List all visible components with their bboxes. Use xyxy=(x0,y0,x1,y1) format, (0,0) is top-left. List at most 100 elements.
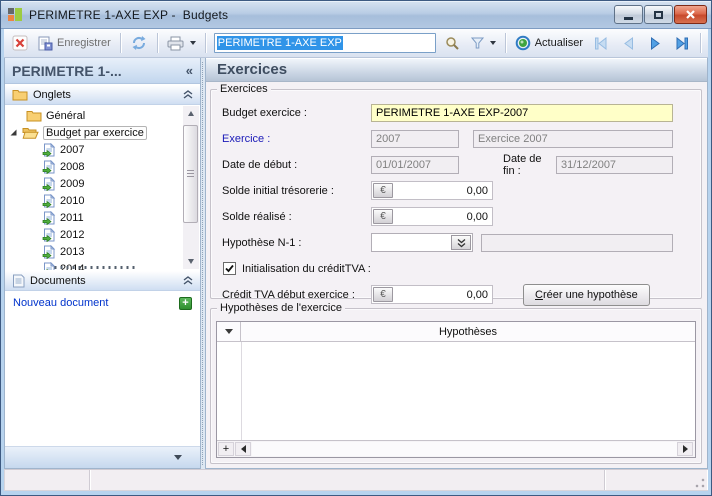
sidebar-collapse-icon[interactable]: « xyxy=(186,63,193,78)
minimize-button[interactable] xyxy=(614,5,643,24)
hypothese-n1-dropdown[interactable] xyxy=(371,233,473,252)
budget-year-icon xyxy=(42,244,56,259)
grid-add-row-button[interactable]: + xyxy=(218,442,234,456)
search-input[interactable]: PERIMETRE 1-AXE EXP xyxy=(213,33,436,53)
amount-value: 0,00 xyxy=(466,184,488,197)
create-hypothesis-button[interactable]: Créer une hypothèse xyxy=(523,283,650,306)
tree-item-year[interactable]: 2013 xyxy=(5,243,200,260)
form-row-solde-realise: Solde réalisé : € 0,00 xyxy=(222,207,693,226)
collapse-section-icon[interactable] xyxy=(183,276,193,285)
scroll-down-button[interactable] xyxy=(183,254,199,269)
tree-item-budget-par-exercice[interactable]: Budget par exercice xyxy=(5,124,200,141)
date-debut-input: 01/01/2007 xyxy=(371,155,459,174)
field-label: Date de fin : xyxy=(503,152,542,177)
group-exercices: Exercices Budget exercice : PERIMETRE 1-… xyxy=(210,83,702,306)
expand-icon xyxy=(10,129,17,136)
nav-last-button[interactable] xyxy=(670,32,694,55)
chevron-down-icon[interactable] xyxy=(174,455,182,460)
solde-initial-input[interactable]: € 0,00 xyxy=(371,181,493,200)
field-label-link[interactable]: Exercice : xyxy=(222,133,371,145)
status-panel xyxy=(90,470,605,490)
refresh-data-button[interactable]: Actualiser xyxy=(512,32,586,55)
sidebar-header: PERIMETRE 1-... « xyxy=(5,58,200,84)
tree-item-year[interactable]: 2011 xyxy=(5,209,200,226)
grid-dropdown-icon xyxy=(224,329,233,334)
content-area: PERIMETRE 1-... « Onglets Général Budget… xyxy=(4,58,708,469)
budget-year-icon xyxy=(42,159,56,174)
field-label: Crédit TVA début exercice : xyxy=(222,288,355,301)
grid-body[interactable] xyxy=(217,342,695,440)
section-header-documents[interactable]: Documents xyxy=(5,270,200,291)
form-row-init-credit-tva: Initialisation du créditTVA : xyxy=(223,259,693,278)
currency-button[interactable]: € xyxy=(373,209,393,224)
tree-item-label: Budget par exercice xyxy=(43,125,147,140)
maximize-button[interactable] xyxy=(644,5,673,24)
delete-button[interactable] xyxy=(8,32,32,55)
group-exercices-legend: Exercices xyxy=(217,83,271,95)
section-header-onglets[interactable]: Onglets xyxy=(5,84,200,105)
form-row-solde-initial: Solde initial trésorerie : € 0,00 xyxy=(222,181,693,200)
tree-item-year[interactable]: 2012 xyxy=(5,226,200,243)
currency-button[interactable]: € xyxy=(373,183,393,198)
nav-previous-button[interactable] xyxy=(616,32,640,55)
nav-previous-icon xyxy=(623,36,633,50)
tree-item-year[interactable]: 2008 xyxy=(5,158,200,175)
tree-item-label: 2010 xyxy=(60,194,85,207)
delete-icon xyxy=(12,35,28,51)
scrollbar-track[interactable] xyxy=(252,442,677,456)
close-button[interactable] xyxy=(674,5,707,24)
nav-next-icon xyxy=(650,36,660,50)
budget-exercice-input[interactable]: PERIMETRE 1-AXE EXP-2007 xyxy=(371,103,673,122)
folder-icon xyxy=(26,111,42,122)
tree-item-label: 2011 xyxy=(60,211,84,224)
search-button[interactable] xyxy=(441,32,465,55)
scrollbar-thumb[interactable] xyxy=(183,125,198,223)
documents-icon xyxy=(13,274,25,287)
tree-item-year[interactable]: 2007 xyxy=(5,141,200,158)
window-title: PERIMETRE 1-AXE EXP - Budgets xyxy=(29,7,229,22)
section-label: Onglets xyxy=(33,88,71,101)
grid-column-header[interactable]: Hypothèses xyxy=(241,322,695,341)
add-document-button[interactable]: + xyxy=(179,296,192,310)
double-chevron-down-icon xyxy=(457,238,465,247)
print-button[interactable] xyxy=(164,32,199,55)
new-document-link[interactable]: Nouveau document xyxy=(13,297,108,309)
init-credit-tva-checkbox[interactable] xyxy=(223,262,236,275)
main-panel-header: Exercices xyxy=(206,58,707,82)
amount-value: 0,00 xyxy=(466,210,488,223)
app-icon xyxy=(7,7,23,23)
currency-button[interactable]: € xyxy=(373,287,393,302)
nav-first-button[interactable] xyxy=(589,32,613,55)
date-fin-input: 31/12/2007 xyxy=(556,155,673,174)
tree-item-general[interactable]: Général xyxy=(5,107,200,124)
tree-resize-handle[interactable] xyxy=(53,266,138,269)
tree-scrollbar[interactable] xyxy=(183,106,199,269)
toolbar-separator xyxy=(119,33,121,53)
dropdown-button[interactable] xyxy=(451,235,471,250)
field-label: Date de début : xyxy=(222,158,298,171)
sidebar-splitter[interactable] xyxy=(201,58,205,469)
collapse-section-icon[interactable] xyxy=(183,90,193,99)
toolbar-separator xyxy=(156,33,158,53)
filter-button[interactable] xyxy=(468,32,499,55)
grid-row-selector[interactable] xyxy=(217,322,241,341)
solde-realise-input[interactable]: € 0,00 xyxy=(371,207,493,226)
filter-dropdown-icon xyxy=(489,41,496,45)
tree-item-label: Général xyxy=(46,109,86,122)
page-title: Exercices xyxy=(217,61,288,78)
resize-grip[interactable] xyxy=(695,478,705,488)
toolbar-separator xyxy=(504,33,506,53)
scroll-right-button[interactable] xyxy=(677,442,693,456)
main-body: Exercices Budget exercice : PERIMETRE 1-… xyxy=(206,82,707,468)
status-panel xyxy=(5,470,90,490)
scroll-up-button[interactable] xyxy=(183,106,199,121)
nav-next-button[interactable] xyxy=(643,32,667,55)
tree-item-year[interactable]: 2009 xyxy=(5,175,200,192)
new-document-row: Nouveau document + xyxy=(5,291,200,315)
refresh-button[interactable] xyxy=(127,32,151,55)
credit-tva-input[interactable]: € 0,00 xyxy=(371,285,493,304)
save-button[interactable]: Enregistrer xyxy=(35,32,114,55)
tree-item-year[interactable]: 2010 xyxy=(5,192,200,209)
scroll-left-button[interactable] xyxy=(235,442,251,456)
check-icon xyxy=(225,264,234,273)
